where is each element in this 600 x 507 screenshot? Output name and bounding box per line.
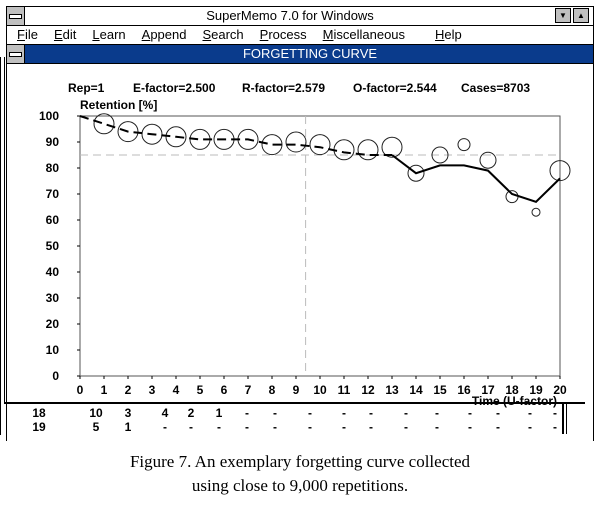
table-cell: 1 bbox=[215, 406, 223, 420]
table-cell: 2 bbox=[187, 406, 195, 420]
y-tick-label: 80 bbox=[46, 161, 60, 175]
table-cell: 3 bbox=[124, 406, 132, 420]
x-tick-label: 4 bbox=[173, 383, 180, 397]
table-cell: - bbox=[435, 420, 439, 434]
table-cell: - bbox=[404, 406, 408, 420]
x-tick-label: 7 bbox=[245, 383, 252, 397]
table-cell: - bbox=[496, 420, 500, 434]
y-tick-label: 30 bbox=[46, 291, 60, 305]
table-cell: - bbox=[435, 406, 439, 420]
y-tick-label: 20 bbox=[46, 317, 60, 331]
x-tick-label: 2 bbox=[125, 383, 132, 397]
x-tick-label: 1 bbox=[101, 383, 108, 397]
y-tick-label: 60 bbox=[46, 213, 60, 227]
y-tick-label: 40 bbox=[46, 265, 60, 279]
y-tick-label: 0 bbox=[52, 369, 59, 383]
table-cell: - bbox=[468, 406, 472, 420]
x-tick-label: 6 bbox=[221, 383, 228, 397]
forgetting-curve-chart: Retention [%] Time (U-factor) 0102030405… bbox=[39, 98, 571, 408]
data-point-circle bbox=[333, 139, 355, 161]
data-point-circle bbox=[457, 138, 471, 152]
table-cell: - bbox=[342, 420, 346, 434]
x-tick-label: 20 bbox=[553, 383, 567, 397]
x-tick-label: 18 bbox=[505, 383, 519, 397]
table-cell: - bbox=[369, 420, 373, 434]
x-tick-label: 11 bbox=[338, 383, 351, 397]
table-cell: - bbox=[496, 406, 500, 420]
approximation-curve-solid bbox=[391, 154, 561, 203]
table-cell: - bbox=[468, 420, 472, 434]
data-point-circle bbox=[285, 131, 307, 153]
table-cell: 5 bbox=[92, 420, 100, 434]
table-cell: - bbox=[404, 420, 408, 434]
y-tick-label: 90 bbox=[46, 135, 60, 149]
y-tick-label: 100 bbox=[39, 109, 59, 123]
table-cell: - bbox=[308, 406, 312, 420]
y-tick-label: 50 bbox=[46, 239, 60, 253]
table-cell: - bbox=[217, 420, 221, 434]
figure-caption-line-2: using close to 9,000 repetitions. bbox=[191, 476, 409, 495]
table-row-label: 19 bbox=[32, 420, 46, 434]
table-cell: - bbox=[308, 420, 312, 434]
x-tick-label: 13 bbox=[385, 383, 399, 397]
table-cell: - bbox=[273, 420, 277, 434]
table-cell: - bbox=[342, 406, 346, 420]
data-point-circle bbox=[531, 207, 541, 217]
data-point-circle bbox=[505, 190, 519, 204]
x-tick-label: 9 bbox=[293, 383, 300, 397]
x-tick-label: 15 bbox=[433, 383, 447, 397]
data-point-circle bbox=[309, 134, 331, 156]
table-cell: - bbox=[553, 420, 557, 434]
table-cell: - bbox=[273, 406, 277, 420]
x-tick-label: 3 bbox=[149, 383, 156, 397]
data-point-circle bbox=[357, 139, 379, 161]
x-tick-label: 16 bbox=[457, 383, 471, 397]
x-tick-label: 10 bbox=[313, 383, 327, 397]
y-tick-label: 10 bbox=[46, 343, 60, 357]
figure-caption-line-1: Figure 7. An exemplary forgetting curve … bbox=[129, 452, 471, 471]
y-tick-label: 70 bbox=[46, 187, 60, 201]
table-row: 18 10 3 4 2 1- - - - - - - - - - - bbox=[0, 406, 600, 420]
data-point-circle bbox=[93, 113, 115, 135]
y-axis-label: Retention [%] bbox=[80, 98, 157, 112]
x-tick-label: 19 bbox=[529, 383, 543, 397]
table-cell: - bbox=[369, 406, 373, 420]
table-cell: - bbox=[553, 406, 557, 420]
table-cell: - bbox=[189, 420, 193, 434]
table-row-label: 18 bbox=[32, 406, 46, 420]
x-tick-label: 0 bbox=[77, 383, 84, 397]
table-cell: - bbox=[245, 420, 249, 434]
x-tick-label: 14 bbox=[409, 383, 423, 397]
x-tick-label: 17 bbox=[481, 383, 495, 397]
x-tick-label: 8 bbox=[269, 383, 276, 397]
table-cell: - bbox=[245, 406, 249, 420]
x-tick-label: 5 bbox=[197, 383, 204, 397]
table-cell: 10 bbox=[89, 406, 103, 420]
x-tick-label: 12 bbox=[361, 383, 375, 397]
table-cell: 1 bbox=[124, 420, 132, 434]
table-row: 19 5 1- - - - - - - - - - - - - - bbox=[0, 420, 600, 434]
